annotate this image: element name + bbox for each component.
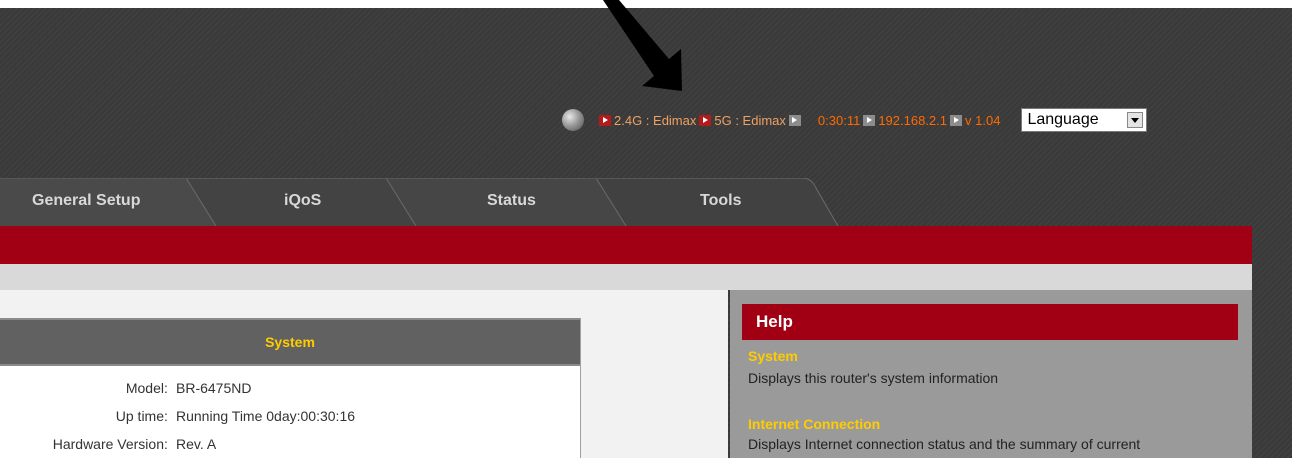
wifi-5g-status: 5G : Edimax (714, 112, 786, 128)
breadcrumb-bar (0, 264, 1252, 290)
play-arrow-icon (950, 114, 963, 126)
info-label: Up time (115, 408, 164, 424)
submenu-bar (0, 226, 1252, 264)
info-colon: : (164, 436, 168, 452)
info-row-uptime: Up time : Running Time 0day:00:30:16 (0, 408, 580, 428)
language-select[interactable]: Language (1021, 108, 1148, 132)
tab-tools[interactable]: Tools (700, 192, 741, 210)
help-title: Help (742, 304, 1238, 340)
info-value: Running Time 0day:00:30:16 (176, 408, 356, 424)
dropdown-arrow-icon[interactable] (1127, 112, 1144, 128)
ip-status: 192.168.2.1 (878, 112, 948, 128)
system-panel: System Model : BR-6475ND Up time : Runni… (0, 318, 581, 458)
info-value: BR-6475ND (176, 380, 252, 396)
help-heading-internet-connection: Internet Connection (748, 416, 881, 432)
info-colon: : (164, 380, 168, 396)
firmware-version: v 1.04 (965, 112, 1001, 128)
help-text-system: Displays this router's system informatio… (748, 370, 999, 386)
system-panel-title: System (0, 318, 580, 366)
info-colon: : (164, 408, 168, 424)
language-select-label: Language (1027, 111, 1099, 128)
info-label: Hardware Version (52, 436, 164, 452)
tab-general-setup[interactable]: General Setup (32, 192, 140, 210)
help-panel: Help System Displays this router's syste… (730, 290, 1252, 458)
help-heading-system: System (748, 348, 798, 364)
globe-icon[interactable] (562, 109, 584, 131)
help-text-internet-connection: Displays Internet connection status and … (748, 436, 1141, 452)
wifi-24g-status: 2.4G : Edimax (614, 112, 697, 128)
tab-iqos[interactable]: iQoS (284, 192, 321, 210)
arrow-annotation-icon (603, 0, 682, 91)
info-value: Rev. A (176, 436, 217, 452)
play-arrow-icon (788, 114, 801, 126)
play-arrow-icon (599, 114, 611, 126)
tab-status[interactable]: Status (487, 192, 536, 210)
uptime-status: 0:30:11 (817, 112, 861, 128)
play-arrow-icon (863, 114, 876, 126)
info-row-model: Model : BR-6475ND (0, 380, 580, 400)
status-bar: 2.4G : Edimax 5G : Edimax 0:30:11 192.16… (562, 106, 1148, 134)
play-arrow-icon (699, 114, 712, 126)
info-row-hardware-version: Hardware Version : Rev. A (0, 436, 580, 456)
info-label: Model (125, 380, 164, 396)
